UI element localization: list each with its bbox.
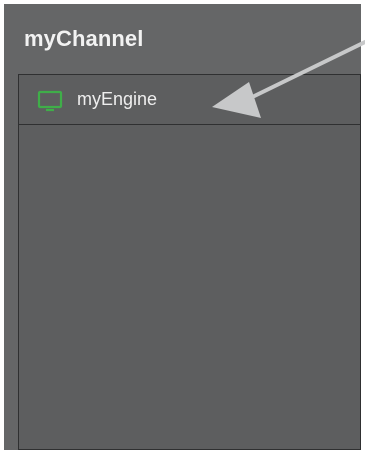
channel-title: myChannel [24, 26, 144, 51]
channel-window: myChannel myEngine [4, 4, 361, 450]
engine-label: myEngine [77, 89, 158, 109]
engine-list-panel: myEngine [18, 74, 361, 450]
monitor-icon [37, 90, 63, 112]
engine-list-item[interactable]: myEngine [19, 75, 360, 125]
